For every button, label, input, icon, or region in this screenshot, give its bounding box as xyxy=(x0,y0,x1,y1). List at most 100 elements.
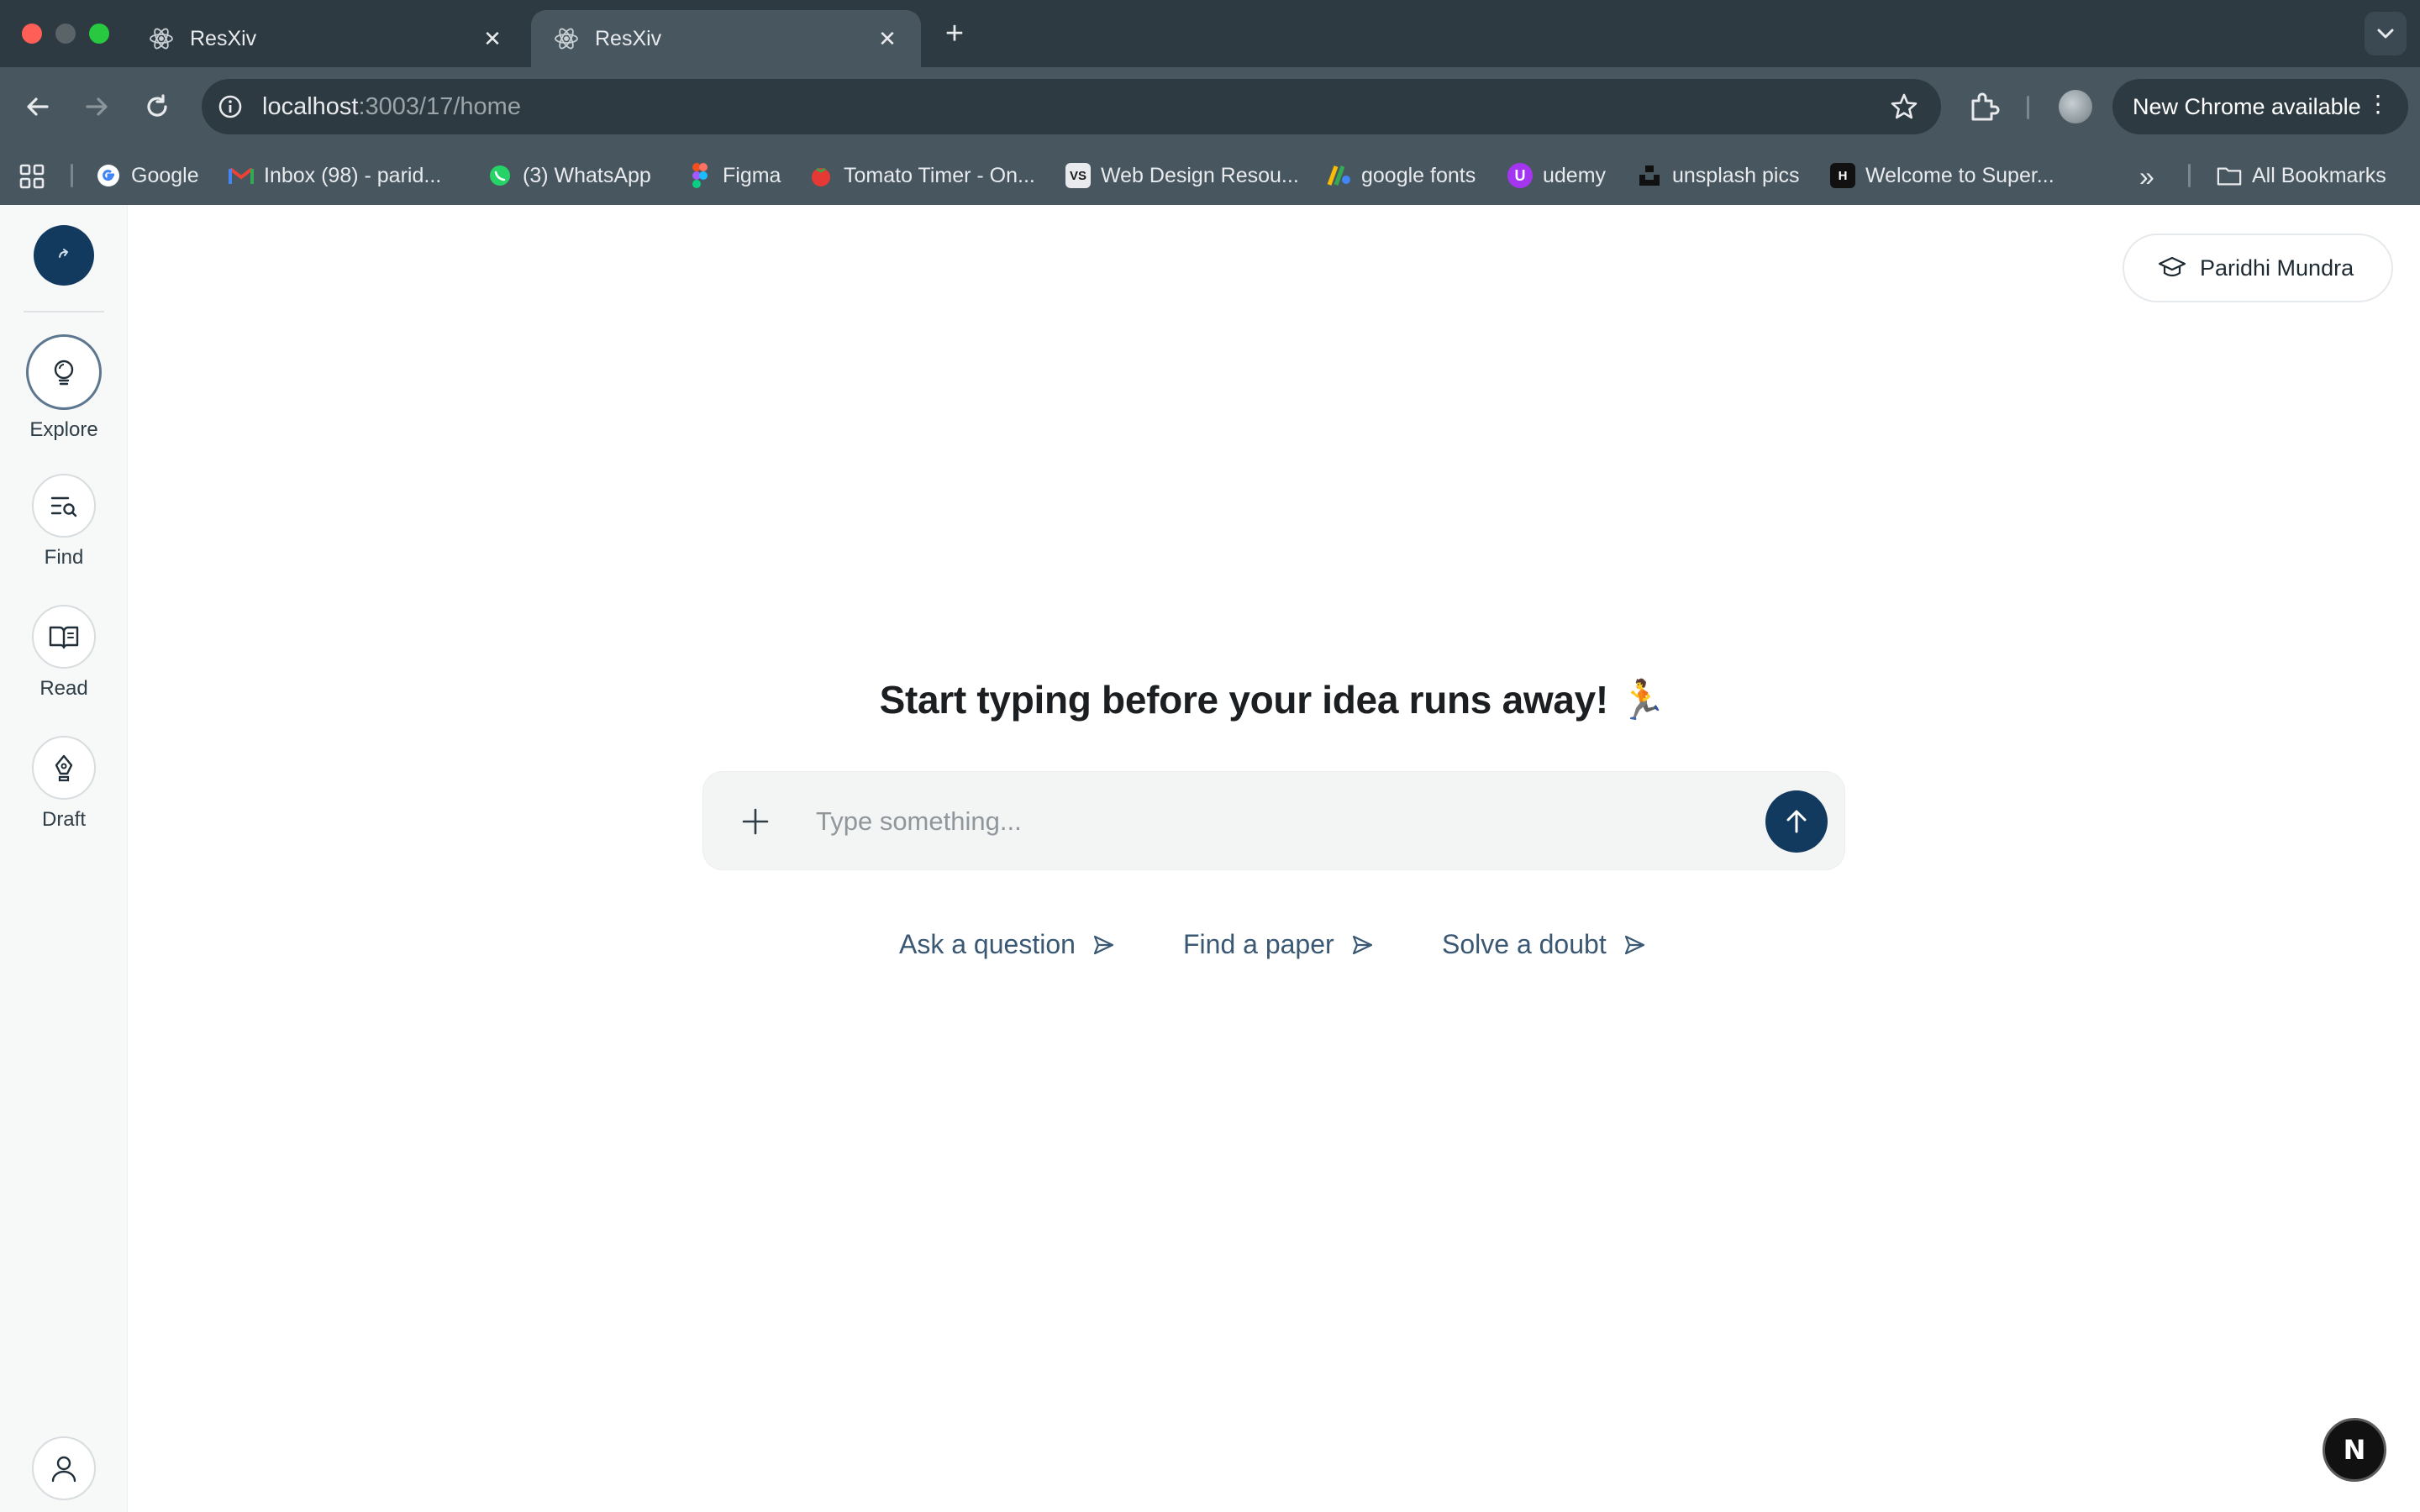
url-path: :3003/17/home xyxy=(358,92,521,120)
send-arrow-icon xyxy=(1091,932,1116,958)
window-minimize-button[interactable] xyxy=(55,24,76,44)
more-vert-icon[interactable]: ⋮ xyxy=(2366,92,2390,116)
extensions-puzzle-icon[interactable] xyxy=(1966,89,2002,124)
list-search-icon xyxy=(50,496,77,517)
explore-button[interactable] xyxy=(26,334,102,410)
arrow-up-icon xyxy=(1786,810,1807,833)
folder-icon xyxy=(2217,163,2242,188)
bookmark-label: Tomato Timer - On... xyxy=(844,163,1035,187)
account-button[interactable] xyxy=(32,1436,96,1500)
bookmarks-bar: Google Inbox (98) - parid... (3) WhatsAp… xyxy=(0,146,2420,205)
bookmark-label: Web Design Resou... xyxy=(1101,163,1299,187)
sidebar-item-find[interactable]: Find xyxy=(0,474,128,570)
reload-icon xyxy=(147,94,167,117)
update-chrome-button[interactable]: New Chrome available ⋮ xyxy=(2112,79,2408,134)
udemy-icon: U xyxy=(1507,163,1533,188)
new-tab-button[interactable]: + xyxy=(938,17,971,50)
user-icon xyxy=(51,1456,76,1483)
bookmark-star-icon[interactable] xyxy=(1889,92,1919,122)
headline-text: Start typing before your idea runs away! xyxy=(879,678,1609,722)
bookmark-superhuman[interactable]: H Welcome to Super... xyxy=(1830,146,2054,205)
browser-tab[interactable]: ResXiv ✕ xyxy=(126,10,526,67)
lightbulb-icon xyxy=(54,360,74,386)
tab-search-button[interactable] xyxy=(2365,12,2407,55)
chevron-down-icon xyxy=(2377,29,2394,39)
bookmark-figma[interactable]: Figma xyxy=(687,146,781,205)
plus-icon xyxy=(742,808,769,835)
sidebar-item-label: Find xyxy=(44,546,84,569)
tab-title: ResXiv xyxy=(190,26,257,50)
suggestion-solve-doubt[interactable]: Solve a doubt xyxy=(1442,929,1647,960)
bookmark-tomato-timer[interactable]: Tomato Timer - On... xyxy=(808,146,1035,205)
sidebar-item-explore[interactable]: Explore xyxy=(0,334,128,442)
bookmark-udemy[interactable]: U udemy xyxy=(1507,146,1606,205)
reload-button[interactable] xyxy=(139,89,175,124)
suggestion-label: Find a paper xyxy=(1183,929,1334,959)
attach-button[interactable] xyxy=(737,803,774,840)
prompt-input[interactable] xyxy=(816,797,1690,846)
suggestion-list: Find a paper xyxy=(1183,929,1375,960)
bookmarks-overflow-icon[interactable]: » xyxy=(2139,161,2154,192)
read-button[interactable] xyxy=(32,605,96,669)
suggestion-ask-question[interactable]: Ask a question xyxy=(899,929,1116,960)
bookmark-gmail[interactable]: Inbox (98) - parid... xyxy=(229,146,441,205)
bookmark-google[interactable]: Google xyxy=(96,146,199,205)
sidebar-item-draft[interactable]: Draft xyxy=(0,736,128,832)
graduation-cap-icon xyxy=(2158,254,2186,282)
suggestion-label: Ask a question xyxy=(899,929,1076,959)
suggestion-list: Ask a question xyxy=(899,929,1116,960)
running-person-icon: 🏃 xyxy=(1618,677,1667,722)
browser-tab-active[interactable]: ResXiv ✕ xyxy=(531,10,921,67)
bookmark-label: Welcome to Super... xyxy=(1865,163,2054,187)
close-icon[interactable]: ✕ xyxy=(876,26,899,51)
arrow-right-icon xyxy=(86,97,108,116)
app-logo[interactable] xyxy=(34,225,94,286)
draft-button[interactable] xyxy=(32,736,96,800)
pen-nib-icon xyxy=(55,754,73,782)
bookmark-label: (3) WhatsApp xyxy=(523,163,651,187)
window-close-button[interactable] xyxy=(22,24,42,44)
user-name: Paridhi Mundra xyxy=(2200,255,2354,281)
window-zoom-button[interactable] xyxy=(89,24,109,44)
whatsapp-icon xyxy=(487,163,513,188)
toolbar-divider xyxy=(2027,96,2029,119)
bookmarks-divider xyxy=(71,164,73,187)
suggestion-list: Solve a doubt xyxy=(1442,929,1647,960)
send-arrow-icon xyxy=(1622,932,1647,958)
close-icon[interactable]: ✕ xyxy=(481,26,504,51)
book-icon xyxy=(49,626,79,649)
sidebar-item-label: Explore xyxy=(29,418,98,441)
bookmark-label: Figma xyxy=(723,163,781,187)
all-bookmarks-label: All Bookmarks xyxy=(2252,163,2386,187)
back-button[interactable] xyxy=(20,89,55,124)
all-bookmarks-button[interactable]: All Bookmarks xyxy=(2217,146,2386,205)
send-button[interactable] xyxy=(1765,790,1828,853)
bookmark-unsplash[interactable]: unsplash pics xyxy=(1637,146,1799,205)
bookmark-google-fonts[interactable]: google fonts xyxy=(1326,146,1476,205)
prompt-composer xyxy=(702,771,1845,870)
browser-toolbar: localhost:3003/17/home New Chrome availa… xyxy=(0,67,2420,146)
find-button[interactable] xyxy=(32,474,96,538)
site-info-icon[interactable] xyxy=(217,93,244,120)
arrow-left-icon xyxy=(27,97,49,116)
update-label: New Chrome available xyxy=(2133,93,2361,119)
tomato-icon xyxy=(808,163,834,188)
bookmark-label: unsplash pics xyxy=(1672,163,1800,187)
bookmark-label: Inbox (98) - parid... xyxy=(264,163,442,187)
google-fonts-icon xyxy=(1326,163,1351,188)
gmail-icon xyxy=(229,163,254,188)
address-bar[interactable]: localhost:3003/17/home xyxy=(202,79,1941,134)
logo-mark-icon xyxy=(59,249,68,258)
apps-grid-icon[interactable] xyxy=(18,163,45,190)
bookmark-label: udemy xyxy=(1543,163,1607,187)
react-atom-icon xyxy=(148,25,175,52)
profile-avatar[interactable] xyxy=(2059,90,2092,123)
app-root: Explore Find Read Draft Paridhi Mundra S… xyxy=(0,205,2420,1512)
bookmark-label: Google xyxy=(131,163,199,187)
forward-button[interactable] xyxy=(79,89,114,124)
user-profile-chip[interactable]: Paridhi Mundra xyxy=(2123,234,2393,302)
suggestion-find-paper[interactable]: Find a paper xyxy=(1183,929,1375,960)
bookmark-whatsapp[interactable]: (3) WhatsApp xyxy=(487,146,651,205)
bookmark-web-design[interactable]: VS Web Design Resou... xyxy=(1065,146,1299,205)
nextjs-dev-badge[interactable]: N xyxy=(2323,1418,2386,1482)
